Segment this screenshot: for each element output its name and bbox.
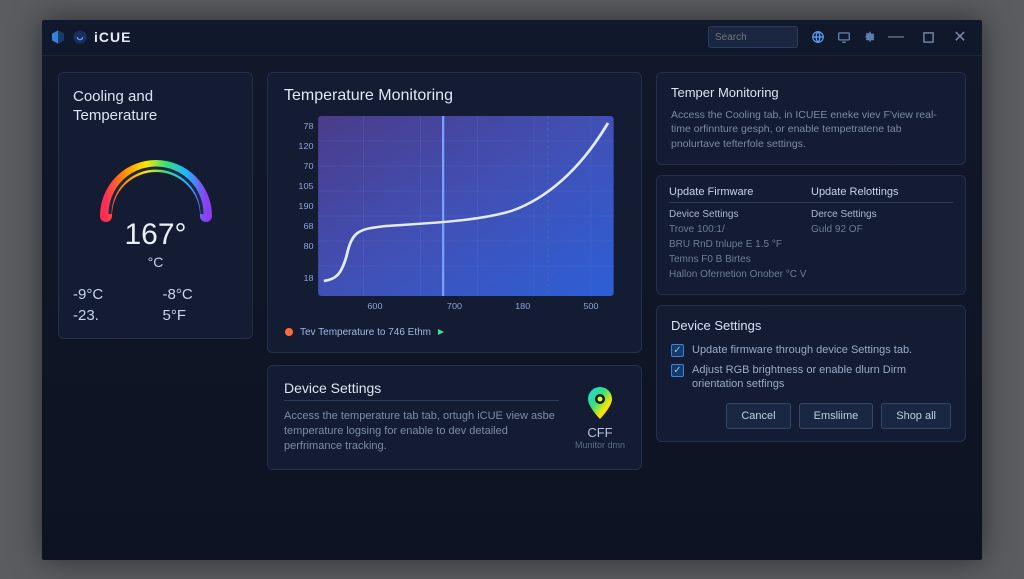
device-settings-left-panel: Device Settings Access the temperature t… — [267, 365, 642, 470]
check-label-2: Adjust RGB brightness or enable dlurn Di… — [692, 363, 951, 392]
reading-1: -9°C — [73, 286, 149, 303]
monitor-icon[interactable] — [836, 29, 852, 45]
brand-sub: Munitor dmn — [575, 440, 625, 450]
cell: Derce Settings — [811, 209, 953, 220]
th-2[interactable]: Update Relottings — [811, 186, 953, 198]
cell: Hallon Ofernetion Onober °C V — [669, 269, 811, 280]
minimize-button[interactable]: ― — [882, 23, 910, 51]
cancel-button[interactable]: Cancel — [726, 403, 790, 429]
legend-text: Tev Temperature to 746 Ethm — [300, 327, 431, 338]
settings-right-title: Device Settings — [671, 318, 951, 333]
brand: iCUE — [50, 29, 131, 45]
right-info-panel: Temper Monitoring Access the Cooling tab… — [656, 72, 966, 165]
svg-text:180: 180 — [515, 301, 530, 310]
shop-all-button[interactable]: Shop all — [881, 403, 951, 429]
cell: Guld 92 OF — [811, 224, 953, 235]
divider — [284, 400, 559, 401]
svg-text:190: 190 — [298, 201, 313, 210]
titlebar: iCUE ― ✕ — [42, 20, 982, 56]
checkbox-firmware[interactable] — [671, 344, 684, 357]
app-window: iCUE ― ✕ Cooling and Temperature — [42, 20, 982, 560]
content-area: Cooling and Temperature 16 — [42, 56, 982, 560]
svg-text:18: 18 — [303, 273, 313, 282]
reading-2: -8°C — [163, 286, 239, 303]
th-1[interactable]: Update Firmware — [669, 186, 811, 198]
check-label-1: Update firmware through device Settings … — [692, 343, 912, 357]
cell — [811, 254, 953, 265]
cooling-panel: Cooling and Temperature 16 — [58, 72, 253, 339]
brand-badge: CFF Munitor dmn — [575, 385, 625, 450]
svg-text:70: 70 — [303, 161, 313, 170]
svg-text:80: 80 — [303, 241, 313, 250]
cell: Device Settings — [669, 209, 811, 220]
maximize-button[interactable] — [914, 23, 942, 51]
toolbar-icons — [810, 29, 878, 45]
cell: BRU RnD tnlupe E 1.5 °F — [669, 239, 811, 250]
chart-panel: Temperature Monitoring — [267, 72, 642, 353]
app-title: iCUE — [94, 29, 131, 45]
firmware-table: Update Firmware Update Relottings Device… — [656, 175, 966, 295]
svg-text:120: 120 — [298, 141, 313, 150]
cell: Temns F0 B Birtes — [669, 254, 811, 265]
chart-legend: Tev Temperature to 746 Ethm — [284, 327, 625, 338]
globe-icon[interactable] — [810, 29, 826, 45]
right-info-desc: Access the Cooling tab, in ICUEE eneke v… — [671, 108, 951, 152]
svg-text:68: 68 — [303, 221, 313, 230]
app-logo-icon — [72, 29, 88, 45]
chart-title: Temperature Monitoring — [284, 87, 625, 105]
pin-icon — [582, 385, 618, 421]
cell: Trove 100:1/ — [669, 224, 811, 235]
temp-main-value: 167° — [124, 218, 186, 252]
dev-left-desc: Access the temperature tab tab, ortugh i… — [284, 409, 559, 455]
reading-3: -23. — [73, 307, 149, 324]
search-input[interactable] — [708, 26, 798, 48]
cell — [811, 239, 953, 250]
svg-text:78: 78 — [303, 121, 313, 130]
device-settings-right-panel: Device Settings Update firmware through … — [656, 305, 966, 443]
temp-readings: -9°C -8°C -23. 5°F — [73, 286, 238, 324]
svg-text:105: 105 — [298, 181, 313, 190]
emsliime-button[interactable]: Emsliime — [799, 403, 874, 429]
temperature-chart[interactable]: 78 120 70 105 190 68 80 18 600 700 180 500 — [284, 111, 625, 321]
brand-label: CFF — [587, 425, 612, 440]
close-button[interactable]: ✕ — [946, 23, 974, 51]
right-info-title: Temper Monitoring — [671, 85, 951, 100]
reading-4: 5°F — [163, 307, 239, 324]
dev-left-title: Device Settings — [284, 380, 559, 396]
svg-text:500: 500 — [583, 301, 598, 310]
temp-gauge: 167° °C — [73, 136, 238, 270]
cooling-title: Cooling and Temperature — [73, 87, 238, 126]
svg-text:600: 600 — [367, 301, 382, 310]
checkbox-rgb[interactable] — [671, 364, 684, 377]
gear-icon[interactable] — [862, 29, 878, 45]
flame-icon — [284, 327, 294, 337]
cube-icon — [50, 29, 66, 45]
cell — [811, 269, 953, 280]
temp-main-unit: °C — [148, 254, 164, 270]
play-icon — [437, 328, 445, 336]
svg-text:700: 700 — [447, 301, 462, 310]
